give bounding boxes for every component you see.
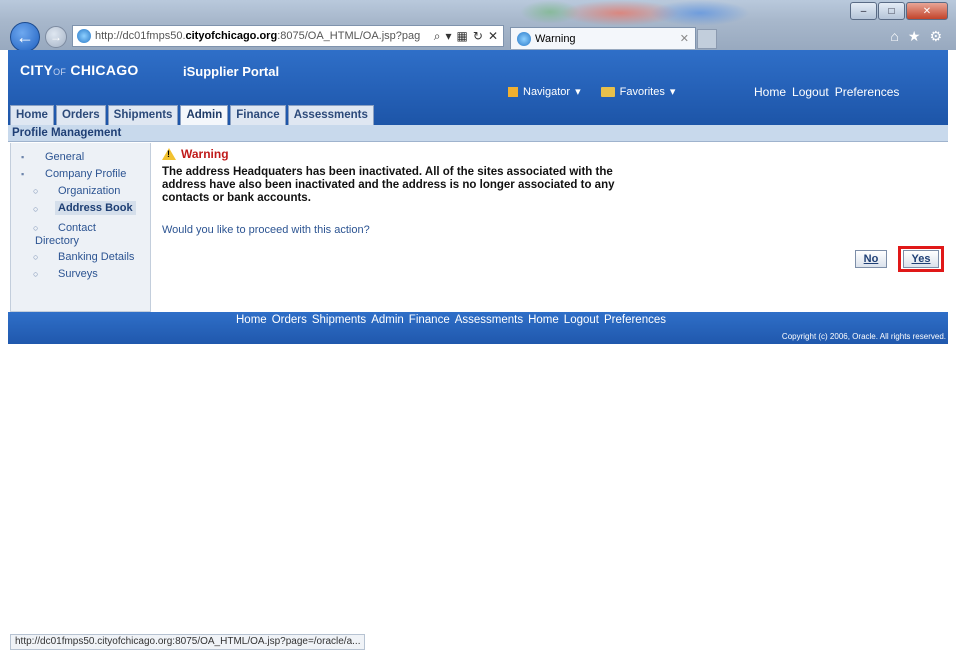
header-link-logout[interactable]: Logout [792,85,829,99]
header-link-home[interactable]: Home [754,85,786,99]
sidebar-item-general[interactable]: ▪ General [21,151,84,163]
sidebar-item-surveys[interactable]: ○ Surveys [33,268,98,280]
maximize-button[interactable]: □ [878,2,905,20]
home-icon[interactable]: ⌂ [890,28,898,45]
main-tabs: Home Orders Shipments Admin Finance Asse… [10,105,374,125]
gear-icon[interactable]: ⚙ [929,28,942,45]
tab-orders[interactable]: Orders [55,105,106,125]
bullet-icon: ○ [33,186,39,196]
close-button[interactable]: ✕ [906,2,948,20]
warning-title: Warning [162,147,229,161]
favorites-menu[interactable]: Favorites ▾ [600,85,676,98]
footer-link-home[interactable]: Home [236,314,267,326]
footer-link-finance[interactable]: Finance [409,314,450,326]
minimize-button[interactable]: – [850,2,877,20]
header-nav: Navigator ▾ Favorites ▾ [508,85,675,98]
footer-link-shipments[interactable]: Shipments [312,314,366,326]
warning-icon [162,148,176,160]
footer-link-logout[interactable]: Logout [564,314,599,326]
address-bar-icons: ⌕ ▾ ▦ ↻ ✕ [429,29,503,44]
browser-tab[interactable]: Warning ✕ [510,27,696,49]
navigator-menu[interactable]: Navigator ▾ [508,85,581,98]
city-logo: CITYOF CHICAGO [20,62,139,78]
tab-close-icon[interactable]: ✕ [680,32,689,45]
footer-link-preferences[interactable]: Preferences [604,314,666,326]
browser-titlebar: – □ ✕ ← → http://dc01fmps50.cityofchicag… [0,0,956,52]
warning-message: The address Headquaters has been inactiv… [162,166,615,204]
address-bar[interactable]: http://dc01fmps50.cityofchicago.org:8075… [72,25,504,47]
tab-home[interactable]: Home [10,105,54,125]
tab-admin[interactable]: Admin [180,105,229,125]
tab-shipments[interactable]: Shipments [107,105,179,125]
favorites-icon [600,86,615,97]
refresh-icon[interactable]: ↻ [473,29,483,44]
star-icon[interactable]: ★ [908,28,921,45]
search-icon[interactable]: ⌕ [434,29,441,44]
url-text: http://dc01fmps50.cityofchicago.org:8075… [95,30,421,42]
section-title: Profile Management [8,125,948,142]
chevron-down-icon: ▾ [575,86,581,98]
yes-button[interactable]: Yes [903,250,939,268]
bullet-icon: ○ [33,269,39,279]
new-tab-button[interactable] [697,29,717,49]
no-button[interactable]: No [855,250,887,268]
header-link-preferences[interactable]: Preferences [835,85,900,99]
footer-link-home-2[interactable]: Home [528,314,559,326]
tab-finance[interactable]: Finance [230,105,286,125]
portal-title: iSupplier Portal [183,64,280,79]
taskbar-blur [650,0,750,26]
bullet-icon: ▪ [21,152,25,162]
navigator-icon [508,86,518,97]
bullet-icon: ○ [33,223,39,233]
window-controls: – □ ✕ [849,2,948,20]
sidebar-item-company-profile[interactable]: ▪ Company Profile [21,168,126,180]
footer-link-orders[interactable]: Orders [272,314,307,326]
ie-icon [77,29,91,43]
sidebar-item-directory-label[interactable]: Directory [35,235,79,247]
footer-link-admin[interactable]: Admin [371,314,404,326]
footer-links: Home Orders Shipments Admin Finance Asse… [236,314,666,326]
confirm-question: Would you like to proceed with this acti… [162,224,370,236]
ie-icon [517,31,531,46]
copyright-text: Copyright (c) 2006, Oracle. All rights r… [781,332,946,341]
sidebar-item-address-book[interactable]: ○ Address Book [33,201,136,215]
bullet-icon: ○ [33,204,39,214]
sidebar: ▪ General ▪ Company Profile ○ Organizati… [10,143,151,312]
chevron-down-icon: ▾ [669,86,676,98]
tab-assessments[interactable]: Assessments [287,105,374,125]
compat-icon[interactable]: ▦ [457,29,468,44]
bullet-icon: ○ [33,252,39,262]
browser-tab-title: Warning [535,32,576,45]
header-links: Home Logout Preferences [754,85,899,99]
browser-toolbar-icons: ⌂ ★ ⚙ [890,28,942,45]
bullet-icon: ▪ [21,169,25,179]
back-button[interactable]: ← [10,22,40,52]
footer-link-assessments[interactable]: Assessments [455,314,523,326]
dropdown-icon[interactable]: ▾ [446,29,452,44]
sidebar-item-contact-directory[interactable]: ○ Contact [33,222,96,234]
sidebar-item-banking-details[interactable]: ○ Banking Details [33,251,134,263]
status-bar-url: http://dc01fmps50.cityofchicago.org:8075… [10,634,366,650]
page-footer: Home Orders Shipments Admin Finance Asse… [8,312,948,344]
sidebar-item-organization[interactable]: ○ Organization [33,185,120,197]
stop-icon[interactable]: ✕ [488,29,498,44]
forward-button[interactable]: → [45,26,67,48]
